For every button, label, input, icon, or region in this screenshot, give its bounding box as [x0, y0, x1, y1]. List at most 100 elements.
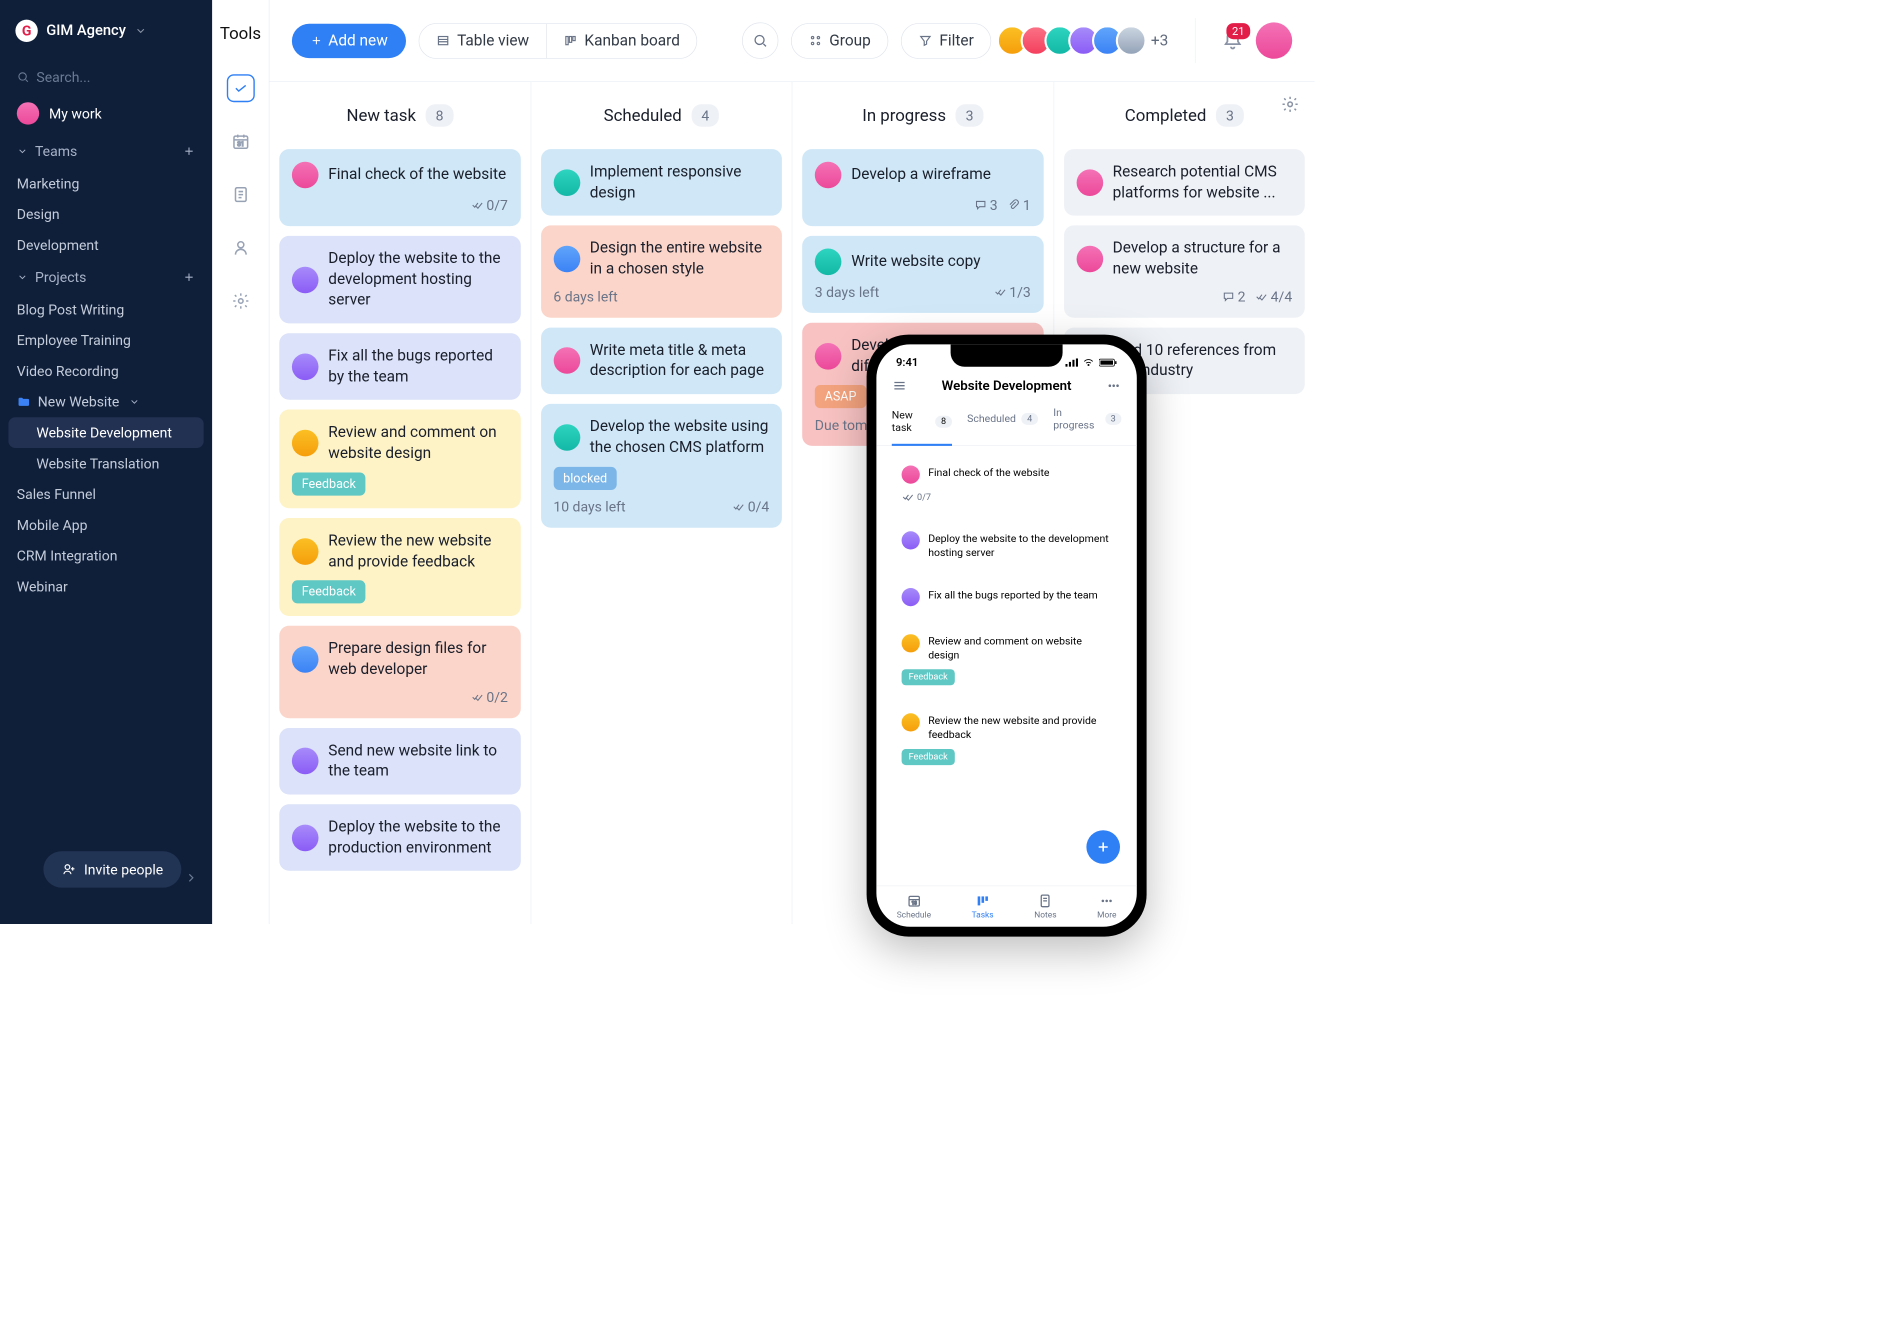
sidebar-item-design[interactable]: Design — [0, 199, 212, 230]
task-card[interactable]: Final check of the website0/7 — [279, 149, 520, 226]
rail-people[interactable] — [226, 234, 254, 262]
collapse-button[interactable] — [184, 871, 198, 885]
topbar: Add new Table view Kanban board Group — [270, 0, 1315, 82]
projects-section[interactable]: Projects — [0, 260, 212, 294]
teams-section[interactable]: Teams — [0, 134, 212, 168]
table-view-button[interactable]: Table view — [419, 23, 546, 57]
card-attachments: 1 — [1007, 197, 1030, 214]
chevron-down-icon[interactable] — [134, 25, 147, 38]
kanban-view-button[interactable]: Kanban board — [547, 23, 697, 57]
card-progress: 0/4 — [732, 498, 769, 515]
menu-icon[interactable] — [892, 378, 907, 393]
invite-button[interactable]: Invite people — [43, 851, 181, 887]
card-tag: Feedback — [292, 472, 366, 495]
phone-nav-notes[interactable]: Notes — [1034, 893, 1056, 920]
kanban-icon — [975, 893, 990, 908]
search-input[interactable]: Search... — [0, 57, 212, 92]
task-card[interactable]: Send new website link to the team — [279, 728, 520, 795]
sidebar-item-active[interactable]: Website Development — [8, 417, 203, 448]
filter-button[interactable]: Filter — [901, 23, 991, 59]
sidebar-item-development[interactable]: Development — [0, 230, 212, 261]
card-title: Deploy the website to the development ho… — [328, 249, 508, 311]
avatar — [1076, 246, 1103, 273]
avatar — [292, 353, 319, 380]
group-button[interactable]: Group — [791, 23, 888, 59]
notifications-button[interactable]: 21 — [1222, 30, 1243, 51]
svg-text:13: 13 — [911, 901, 917, 907]
avatar — [292, 162, 319, 189]
task-card[interactable]: Review and comment on website design Feed… — [279, 410, 520, 508]
more-icon[interactable] — [1106, 378, 1121, 393]
sidebar-item[interactable]: Employee Training — [0, 325, 212, 356]
avatar — [292, 430, 319, 457]
sidebar-item[interactable]: CRM Integration — [0, 540, 212, 571]
phone-tab[interactable]: Scheduled4 — [967, 406, 1038, 438]
members[interactable]: +3 — [1004, 25, 1168, 56]
task-card[interactable]: Write meta title & meta description for … — [541, 327, 782, 394]
task-card[interactable]: Final check of the website0/7 — [892, 456, 1122, 513]
task-card[interactable]: Develop a structure for a new website24/… — [1064, 226, 1305, 318]
rail-settings[interactable] — [226, 287, 254, 315]
avatar — [292, 824, 319, 851]
phone-tab[interactable]: In progress3 — [1053, 406, 1121, 438]
phone-tabs: New task8 Scheduled4 In progress3 — [876, 403, 1136, 446]
task-card[interactable]: Deploy the website to the development ho… — [279, 236, 520, 324]
chevron-down-icon — [17, 272, 28, 283]
search-button[interactable] — [742, 22, 778, 58]
user-avatar[interactable] — [1256, 22, 1292, 58]
avatar — [902, 466, 920, 484]
task-card[interactable]: Write website copy3 days left1/3 — [802, 236, 1043, 313]
task-card[interactable]: Develop the website using the chosen CMS… — [541, 404, 782, 527]
card-tag: blocked — [553, 467, 617, 490]
add-button[interactable]: Add new — [292, 23, 406, 57]
main: Add new Table view Kanban board Group — [270, 0, 1315, 924]
task-card[interactable]: Deploy the website to the production env… — [279, 804, 520, 871]
column-scheduled: Scheduled4 Implement responsive designDe… — [531, 82, 792, 924]
task-card[interactable]: Implement responsive design — [541, 149, 782, 216]
phone-add-button[interactable] — [1086, 830, 1120, 864]
task-card[interactable]: Review the new website and provide feedb… — [892, 704, 1122, 775]
card-title: Develop the website using the chosen CMS… — [590, 417, 770, 459]
task-card[interactable]: Design the entire website in a chosen st… — [541, 226, 782, 318]
board-settings[interactable] — [1281, 95, 1299, 113]
sidebar-item[interactable]: Webinar — [0, 571, 212, 602]
card-title: Fix all the bugs reported by the team — [928, 588, 1098, 602]
rail-tasks[interactable] — [226, 74, 254, 102]
task-card[interactable]: Research potential CMS platforms for web… — [1064, 149, 1305, 216]
sidebar-item[interactable]: Blog Post Writing — [0, 294, 212, 325]
task-card[interactable]: Review and comment on website designFeed… — [892, 624, 1122, 695]
task-card[interactable]: Deploy the website to the development ho… — [892, 522, 1122, 570]
kanban-icon — [563, 34, 577, 48]
sidebar-item-marketing[interactable]: Marketing — [0, 168, 212, 199]
avatar — [292, 646, 319, 673]
plus-icon[interactable] — [183, 145, 196, 158]
more-members[interactable]: +3 — [1151, 32, 1168, 49]
card-due: 3 days left — [815, 284, 879, 301]
phone-nav-schedule[interactable]: 13Schedule — [897, 893, 931, 920]
phone-tab[interactable]: New task8 — [892, 406, 952, 446]
card-progress: 0/7 — [902, 491, 931, 504]
phone-nav-tasks[interactable]: Tasks — [972, 893, 994, 920]
card-comments: 3 — [974, 197, 997, 214]
task-card[interactable]: Develop a wireframe31 — [802, 149, 1043, 226]
card-title: Review and comment on website design — [328, 422, 508, 464]
sidebar-item[interactable]: Mobile App — [0, 510, 212, 541]
card-progress: 0/2 — [471, 688, 508, 705]
task-card[interactable]: Prepare design files for web developer0/… — [279, 626, 520, 718]
task-card[interactable]: Fix all the bugs reported by the team — [892, 578, 1122, 616]
task-card[interactable]: Fix all the bugs reported by the team — [279, 333, 520, 400]
my-work[interactable]: My work — [0, 92, 212, 134]
agency-name[interactable]: GIM Agency — [46, 22, 126, 39]
plus-icon[interactable] — [183, 271, 196, 284]
phone-nav-more[interactable]: More — [1097, 893, 1116, 920]
sidebar-item[interactable]: Sales Funnel — [0, 479, 212, 510]
sidebar-folder[interactable]: New Website — [0, 386, 212, 417]
task-card[interactable]: Review the new website and provide feedb… — [279, 518, 520, 616]
rail-calendar[interactable]: 31 — [226, 127, 254, 155]
rail-notes[interactable] — [226, 181, 254, 209]
avatar — [17, 102, 39, 124]
card-title: Deploy the website to the production env… — [328, 817, 508, 859]
sidebar-item[interactable]: Video Recording — [0, 356, 212, 387]
sidebar-item[interactable]: Website Translation — [0, 448, 212, 479]
avatar — [553, 246, 580, 273]
